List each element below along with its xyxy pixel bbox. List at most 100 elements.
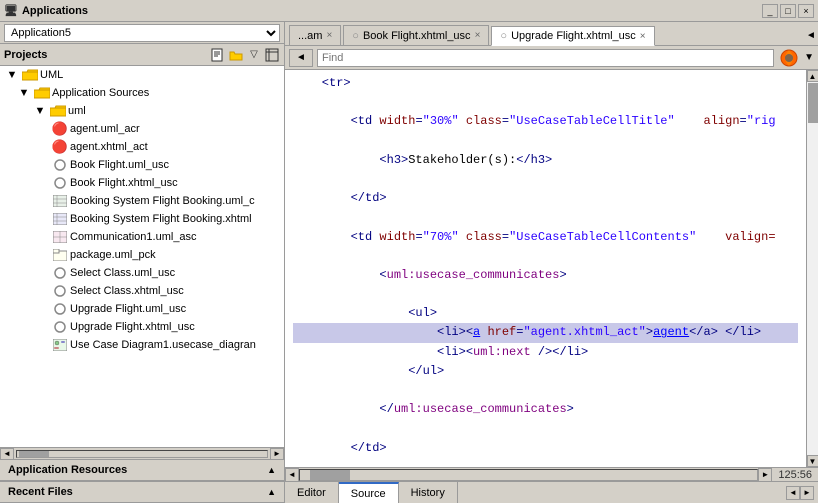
editor-content-row: <tr> <td width="30%" class="UseCaseTable… bbox=[285, 70, 818, 467]
upgrade-uml-icon bbox=[52, 301, 68, 317]
tree-label-select-class-uml: Select Class.uml_usc bbox=[70, 267, 175, 279]
tree-item-upgrade-uml[interactable]: Upgrade Flight.uml_usc bbox=[0, 300, 284, 318]
use-case-icon bbox=[52, 337, 68, 353]
bottom-horizontal-scrollbar[interactable]: ◄ ► 125:56 bbox=[285, 467, 818, 481]
close-button[interactable]: × bbox=[798, 4, 814, 18]
tab-source-label: Source bbox=[351, 488, 386, 500]
recent-files-section[interactable]: Recent Files ▲ bbox=[0, 481, 284, 503]
projects-label: Projects bbox=[4, 49, 47, 61]
app-resources-section[interactable]: Application Resources ▲ bbox=[0, 459, 284, 481]
bottom-right-btns: ◄ ► bbox=[782, 486, 818, 500]
tree-label-book-flight-uml: Book Flight.uml_usc bbox=[70, 159, 169, 171]
scroll-right-btn[interactable]: ► bbox=[270, 448, 284, 460]
tree-item-agent-uml[interactable]: 🔴 agent.uml_acr bbox=[0, 120, 284, 138]
bottom-area: ◄ ► 125:56 Editor Source H bbox=[285, 467, 818, 503]
right-panel: ...am × ○ Book Flight.xhtml_usc × ○ Upgr… bbox=[285, 22, 818, 503]
agent-xhtml-icon: 🔴 bbox=[52, 139, 68, 155]
open-icon[interactable] bbox=[228, 47, 244, 63]
agent-uml-icon: 🔴 bbox=[52, 121, 68, 137]
minimize-button[interactable]: _ bbox=[762, 4, 778, 18]
code-line-16: </ul> bbox=[293, 362, 798, 381]
code-line-6 bbox=[293, 170, 798, 189]
tree-label-use-case: Use Case Diagram1.usecase_diagran bbox=[70, 339, 256, 351]
left-horizontal-scrollbar[interactable]: ◄ ► bbox=[0, 447, 284, 459]
tab-editor[interactable]: Editor bbox=[285, 482, 339, 503]
bottom-scroll-right[interactable]: ► bbox=[800, 486, 814, 500]
code-line-4 bbox=[293, 132, 798, 151]
title-bar-left: 🖥 Applications bbox=[4, 4, 88, 17]
tab-source[interactable]: Source bbox=[339, 482, 399, 503]
tab-book-flight[interactable]: ○ Book Flight.xhtml_usc × bbox=[343, 25, 489, 45]
communication-icon bbox=[52, 229, 68, 245]
tree-item-uml[interactable]: ▼ UML bbox=[0, 66, 284, 84]
config-icon[interactable] bbox=[264, 47, 280, 63]
scroll-thumb-right[interactable] bbox=[808, 83, 818, 123]
filter-icon[interactable]: ▽ bbox=[246, 47, 262, 63]
tree-item-select-class-xhtml[interactable]: Select Class.xhtml_usc bbox=[0, 282, 284, 300]
code-line-15: <li><uml:next /></li> bbox=[293, 343, 798, 362]
tab-am-label: ...am bbox=[298, 30, 322, 42]
scroll-thumb[interactable] bbox=[19, 451, 49, 457]
tab-upgrade-flight[interactable]: ○ Upgrade Flight.xhtml_usc × bbox=[491, 26, 654, 46]
scroll-up-btn[interactable]: ▲ bbox=[807, 70, 818, 82]
select-xhtml-icon bbox=[52, 283, 68, 299]
scroll-track bbox=[16, 450, 268, 458]
tree-item-select-class-uml[interactable]: Select Class.uml_usc bbox=[0, 264, 284, 282]
tree-label-upgrade-xhtml: Upgrade Flight.xhtml_usc bbox=[70, 321, 195, 333]
tree-item-upgrade-xhtml[interactable]: Upgrade Flight.xhtml_usc bbox=[0, 318, 284, 336]
title-bar-right: _ □ × bbox=[762, 4, 814, 18]
maximize-button[interactable]: □ bbox=[780, 4, 796, 18]
hscroll-thumb[interactable] bbox=[310, 470, 350, 480]
tab-am[interactable]: ...am × bbox=[289, 25, 341, 45]
code-line-2 bbox=[293, 93, 798, 112]
tab-upgrade-icon: ○ bbox=[500, 30, 507, 42]
title-bar: 🖥 Applications _ □ × bbox=[0, 0, 818, 22]
tree-item-agent-xhtml[interactable]: 🔴 agent.xhtml_act bbox=[0, 138, 284, 156]
tree-item-uml-folder[interactable]: ▼ uml bbox=[0, 102, 284, 120]
tree-label-app-sources: Application Sources bbox=[52, 87, 149, 99]
hscroll-left-btn[interactable]: ◄ bbox=[285, 468, 299, 482]
tree-item-booking-uml[interactable]: Booking System Flight Booking.uml_c bbox=[0, 192, 284, 210]
tree-label-agent-uml: agent.uml_acr bbox=[70, 123, 140, 135]
select-uml-icon bbox=[52, 265, 68, 281]
tree-item-book-flight-xhtml[interactable]: Book Flight.xhtml_usc bbox=[0, 174, 284, 192]
find-back-btn[interactable]: ◄ bbox=[289, 49, 313, 67]
scroll-left-btn[interactable]: ◄ bbox=[0, 448, 14, 460]
tree-item-booking-xhtml[interactable]: Booking System Flight Booking.xhtml bbox=[0, 210, 284, 228]
tab-am-close[interactable]: × bbox=[326, 30, 332, 41]
find-dropdown[interactable]: ▼ bbox=[804, 52, 814, 63]
bottom-scroll-left[interactable]: ◄ bbox=[786, 486, 800, 500]
code-line-8 bbox=[293, 208, 798, 227]
tab-book-flight-label: Book Flight.xhtml_usc bbox=[363, 30, 471, 42]
find-input[interactable] bbox=[317, 49, 774, 67]
hscroll-track bbox=[299, 469, 758, 481]
right-vertical-scrollbar[interactable]: ▲ ▼ bbox=[806, 70, 818, 467]
collapse-icon-app: ▼ bbox=[16, 85, 32, 101]
new-icon[interactable] bbox=[210, 47, 226, 63]
file-tree[interactable]: ▼ UML ▼ Application Sources bbox=[0, 66, 284, 447]
tabs-scroll-btn[interactable]: ◄ bbox=[804, 25, 818, 45]
folder-icon bbox=[22, 67, 38, 83]
tree-item-use-case[interactable]: Use Case Diagram1.usecase_diagran bbox=[0, 336, 284, 354]
tree-item-package[interactable]: package.uml_pck bbox=[0, 246, 284, 264]
tab-upgrade-close[interactable]: × bbox=[640, 31, 646, 42]
application-dropdown[interactable]: Application5 bbox=[4, 24, 280, 42]
code-area[interactable]: <tr> <td width="30%" class="UseCaseTable… bbox=[285, 70, 806, 467]
firefox-icon[interactable] bbox=[778, 49, 800, 67]
tab-book-close[interactable]: × bbox=[475, 30, 481, 41]
bottom-tabs-bar: Editor Source History ◄ ► bbox=[285, 481, 818, 503]
left-panel: Application5 Projects ▽ bbox=[0, 22, 285, 503]
code-line-12 bbox=[293, 285, 798, 304]
tree-label-uml: UML bbox=[40, 69, 63, 81]
scroll-down-btn[interactable]: ▼ bbox=[807, 455, 818, 467]
tree-item-book-flight-uml[interactable]: Book Flight.uml_usc bbox=[0, 156, 284, 174]
book-xhtml-icon bbox=[52, 175, 68, 191]
tree-item-communication[interactable]: Communication1.uml_asc bbox=[0, 228, 284, 246]
hscroll-right-btn[interactable]: ► bbox=[758, 468, 772, 482]
expand-icon-recent: ▲ bbox=[267, 487, 276, 497]
expand-icon: ▲ bbox=[267, 465, 276, 475]
tree-item-app-sources[interactable]: ▼ Application Sources bbox=[0, 84, 284, 102]
tab-book-icon: ○ bbox=[352, 30, 359, 42]
code-line-20: </td> bbox=[293, 439, 798, 458]
tab-history[interactable]: History bbox=[399, 482, 458, 503]
